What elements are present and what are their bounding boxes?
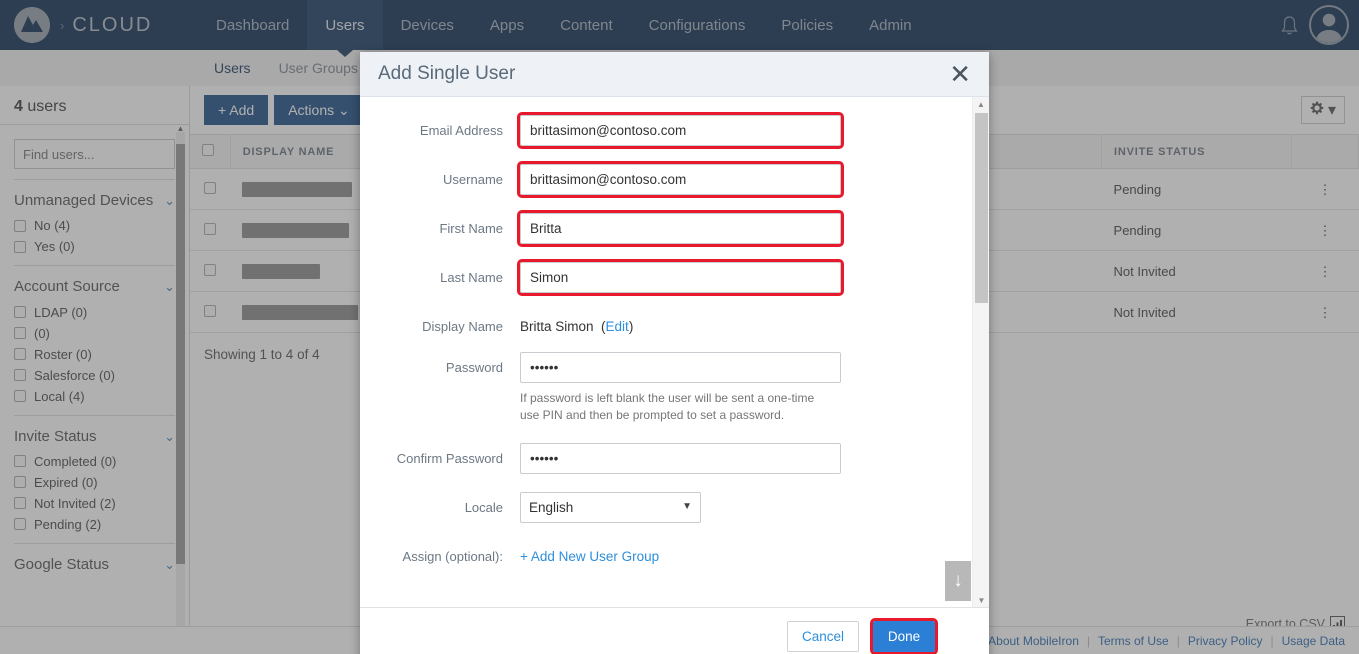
dialog-title: Add Single User — [378, 63, 516, 84]
field-control-first-name — [517, 210, 949, 247]
field-row-confirm-password: Confirm Password — [360, 442, 989, 474]
field-row-locale: Locale English ▼ — [360, 491, 989, 523]
scroll-down-hint-icon[interactable]: ↓ — [945, 561, 971, 601]
label-first-name: First Name — [439, 221, 503, 236]
label-locale: Locale — [464, 499, 503, 515]
field-row-first-name: First Name — [360, 210, 989, 247]
field-control-password: If password is left blank the user will … — [520, 352, 949, 425]
display-name-edit-link[interactable]: Edit — [606, 319, 629, 334]
dialog-header: Add Single User ✕ — [360, 52, 989, 97]
display-name-value: Britta Simon — [520, 319, 594, 334]
app-root: › CLOUD Dashboard Users Devices Apps Con… — [0, 0, 1359, 654]
display-name-value-wrap: Britta Simon (Edit) — [520, 311, 949, 334]
label-confirm-password: Confirm Password — [396, 450, 503, 466]
dialog-footer: Cancel Done — [360, 607, 989, 654]
field-control-locale: English ▼ — [520, 491, 949, 523]
field-row-password: Password If password is left blank the u… — [360, 352, 989, 425]
label-username: Username — [443, 172, 503, 187]
first-name-input[interactable] — [517, 210, 844, 247]
label-password: Password — [445, 360, 503, 375]
label-last-name: Last Name — [440, 270, 503, 285]
label-email-address: Email Address — [419, 123, 503, 138]
scroll-up-arrow-icon[interactable]: ▲ — [973, 97, 989, 111]
field-control-confirm-password — [520, 442, 949, 474]
field-control-username — [517, 161, 949, 198]
close-icon[interactable]: ✕ — [949, 61, 971, 87]
dialog-scrollbar-thumb[interactable] — [975, 113, 988, 303]
password-hint-text: If password is left blank the user will … — [520, 391, 815, 423]
label-display-name: Display Name — [422, 319, 503, 334]
done-button[interactable]: Done — [870, 617, 938, 654]
last-name-input[interactable] — [517, 259, 844, 296]
label-assign: Assign (optional): — [402, 548, 503, 564]
dialog-body: Email Address Username First Name Last N… — [360, 97, 989, 607]
confirm-password-input[interactable] — [520, 442, 841, 474]
field-row-display-name: Display Name Britta Simon (Edit) — [360, 311, 989, 334]
field-control-assign: + Add New User Group — [520, 541, 949, 566]
field-row-assign: Assign (optional): + Add New User Group — [360, 541, 989, 566]
field-control-last-name — [517, 259, 949, 296]
locale-select-wrap: English ▼ — [520, 491, 701, 523]
display-name-paren-open: ( — [597, 319, 606, 334]
username-input[interactable] — [517, 161, 844, 198]
email-address-input[interactable] — [517, 112, 844, 149]
dialog-scrollbar[interactable]: ▲ ▼ — [972, 97, 989, 607]
display-name-paren-close: ) — [628, 319, 634, 334]
cancel-button[interactable]: Cancel — [786, 620, 859, 652]
field-row-email: Email Address — [360, 112, 989, 149]
field-control-email — [517, 112, 949, 149]
password-input[interactable] — [520, 352, 841, 383]
add-single-user-dialog: Add Single User ✕ Email Address Username… — [360, 52, 989, 654]
scroll-down-arrow-icon[interactable]: ▼ — [973, 593, 989, 607]
add-new-user-group-link[interactable]: + Add New User Group — [520, 541, 659, 564]
field-row-last-name: Last Name — [360, 259, 989, 296]
locale-select[interactable]: English — [520, 491, 701, 523]
field-row-username: Username — [360, 161, 989, 198]
